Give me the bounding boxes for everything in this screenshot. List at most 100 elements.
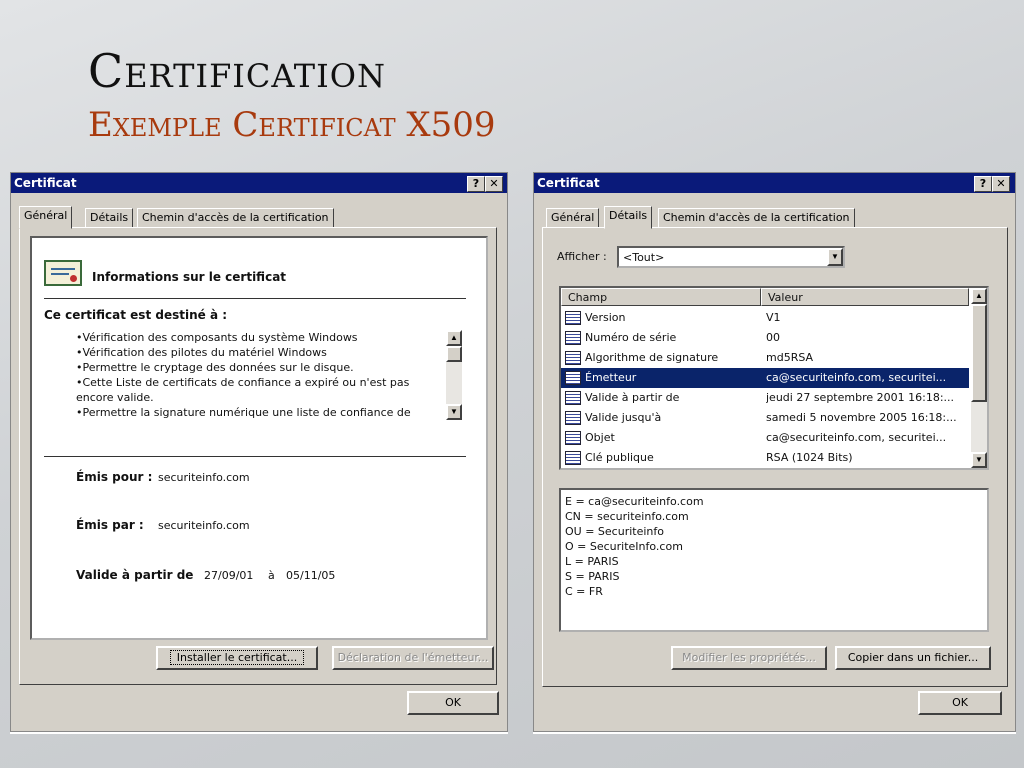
show-dropdown-value: <Tout> xyxy=(623,251,665,264)
install-certificate-button[interactable]: Installer le certificat... xyxy=(156,646,318,670)
close-button[interactable]: ✕ xyxy=(992,176,1010,192)
field-icon xyxy=(565,451,581,465)
purpose-item: •Permettre la signature numérique une li… xyxy=(76,406,411,419)
field-icon xyxy=(565,331,581,345)
field-value: 00 xyxy=(766,331,780,344)
field-icon xyxy=(565,411,581,425)
purpose-list: •Vérification des composants du système … xyxy=(76,330,432,420)
detail-line: OU = Securiteinfo xyxy=(565,525,664,538)
field-icon xyxy=(565,351,581,365)
help-button[interactable]: ? xyxy=(974,176,992,192)
field-name: Clé publique xyxy=(585,451,654,464)
field-icon xyxy=(565,431,581,445)
certificate-dialog-general: Certificat ? ✕ Général Détails Chemin d'… xyxy=(10,172,508,732)
scroll-down-arrow-icon[interactable]: ▼ xyxy=(446,404,462,420)
scroll-thumb[interactable] xyxy=(971,304,987,402)
list-row[interactable]: Clé publique RSA (1024 Bits) xyxy=(561,448,969,468)
list-row[interactable]: Numéro de série 00 xyxy=(561,328,969,348)
list-row[interactable]: Algorithme de signature md5RSA xyxy=(561,348,969,368)
issuer-statement-button[interactable]: Déclaration de l'émetteur... xyxy=(332,646,494,670)
window-title: Certificat xyxy=(14,176,77,190)
detail-line: E = ca@securiteinfo.com xyxy=(565,495,704,508)
field-icon xyxy=(565,311,581,325)
ok-button[interactable]: OK xyxy=(407,691,499,715)
field-value: jeudi 27 septembre 2001 16:18:... xyxy=(766,391,955,404)
certificate-dialog-details: Certificat ? ✕ Général Détails Chemin d'… xyxy=(533,172,1016,732)
right-screenshot: Certificat ? ✕ Général Détails Chemin d'… xyxy=(533,172,1016,734)
list-row[interactable]: Valide jusqu'à samedi 5 novembre 2005 16… xyxy=(561,408,969,428)
purpose-item: •Vérification des pilotes du matériel Wi… xyxy=(76,346,327,359)
slide-title: Certification xyxy=(88,44,386,98)
scroll-thumb[interactable] xyxy=(446,346,462,362)
tab-details[interactable]: Détails xyxy=(85,208,134,228)
field-value: ca@securiteinfo.com, securitei... xyxy=(766,371,947,384)
certificate-info-box: Informations sur le certificat Ce certif… xyxy=(30,236,488,640)
list-row[interactable]: Objet ca@securiteinfo.com, securitei... xyxy=(561,428,969,448)
column-header-value[interactable]: Valeur xyxy=(761,288,969,306)
left-screenshot: Certificat ? ✕ Général Détails Chemin d'… xyxy=(10,172,508,734)
fields-scrollbar[interactable]: ▲ ▼ xyxy=(971,288,987,468)
detail-line: C = FR xyxy=(565,585,603,598)
window-title: Certificat xyxy=(537,176,600,190)
dropdown-arrow-icon[interactable]: ▼ xyxy=(827,248,843,266)
field-icon xyxy=(565,371,581,385)
valid-from-date: 27/09/01 xyxy=(204,569,254,582)
purpose-heading: Ce certificat est destiné à : xyxy=(44,308,228,322)
list-row-selected[interactable]: Émetteur ca@securiteinfo.com, securitei.… xyxy=(561,368,969,388)
issued-by-label: Émis par : xyxy=(76,518,144,532)
field-name: Algorithme de signature xyxy=(585,351,719,364)
field-value: md5RSA xyxy=(766,351,814,364)
valid-to-date: 05/11/05 xyxy=(286,569,336,582)
detail-line: CN = securiteinfo.com xyxy=(565,510,689,523)
purpose-item: •Permettre le cryptage des données sur l… xyxy=(76,361,354,374)
field-name: Émetteur xyxy=(585,371,637,384)
purpose-item: •Vérification des composants du système … xyxy=(76,331,358,344)
divider xyxy=(44,298,466,299)
help-button[interactable]: ? xyxy=(467,176,485,192)
close-button[interactable]: ✕ xyxy=(485,176,503,192)
tab-certification-path[interactable]: Chemin d'accès de la certification xyxy=(137,208,334,228)
field-icon xyxy=(565,391,581,405)
field-name: Valide à partir de xyxy=(585,391,680,404)
column-field-label: Champ xyxy=(568,291,608,304)
detail-line: L = PARIS xyxy=(565,555,619,568)
ok-button[interactable]: OK xyxy=(918,691,1002,715)
valid-to-word: à xyxy=(268,569,275,582)
issued-to-value: securiteinfo.com xyxy=(158,471,250,484)
scroll-up-arrow-icon[interactable]: ▲ xyxy=(446,330,462,346)
scroll-down-arrow-icon[interactable]: ▼ xyxy=(971,452,987,468)
field-name: Objet xyxy=(585,431,615,444)
info-heading: Informations sur le certificat xyxy=(92,270,287,284)
copy-to-file-button[interactable]: Copier dans un fichier... xyxy=(835,646,991,670)
column-value-label: Valeur xyxy=(768,291,803,304)
field-name: Numéro de série xyxy=(585,331,677,344)
purpose-item: •Cette Liste de certificats de confiance… xyxy=(76,376,410,389)
details-panel: Afficher : <Tout> ▼ Champ Valeur Version xyxy=(542,227,1008,687)
field-name: Version xyxy=(585,311,626,324)
scroll-up-arrow-icon[interactable]: ▲ xyxy=(971,288,987,304)
list-row[interactable]: Valide à partir de jeudi 27 septembre 20… xyxy=(561,388,969,408)
edit-properties-button[interactable]: Modifier les propriétés... xyxy=(671,646,827,670)
show-label: Afficher : xyxy=(557,250,607,263)
show-dropdown[interactable]: <Tout> ▼ xyxy=(617,246,845,268)
detail-lines: E = ca@securiteinfo.com CN = securiteinf… xyxy=(565,494,704,599)
certificate-icon xyxy=(44,260,82,286)
purpose-item: encore valide. xyxy=(76,391,154,404)
slide-subtitle: Exemple Certificat X509 xyxy=(88,105,496,145)
issued-to-label: Émis pour : xyxy=(76,470,153,484)
list-row[interactable]: Version V1 xyxy=(561,308,969,328)
field-name: Valide jusqu'à xyxy=(585,411,662,424)
field-detail-box[interactable]: E = ca@securiteinfo.com CN = securiteinf… xyxy=(559,488,989,632)
purpose-scrollbar[interactable]: ▲ ▼ xyxy=(446,330,462,420)
field-value: samedi 5 novembre 2005 16:18:... xyxy=(766,411,956,424)
list-header: Champ Valeur xyxy=(561,288,969,306)
title-bar: Certificat ? ✕ xyxy=(534,173,1015,193)
column-header-field[interactable]: Champ xyxy=(561,288,761,306)
issued-by-value: securiteinfo.com xyxy=(158,519,250,532)
tab-details[interactable]: Détails xyxy=(604,206,653,229)
tab-certification-path[interactable]: Chemin d'accès de la certification xyxy=(658,208,855,228)
detail-line: S = PARIS xyxy=(565,570,620,583)
tab-general[interactable]: Général xyxy=(546,208,600,228)
field-value: RSA (1024 Bits) xyxy=(766,451,853,464)
tab-general[interactable]: Général xyxy=(19,206,73,229)
